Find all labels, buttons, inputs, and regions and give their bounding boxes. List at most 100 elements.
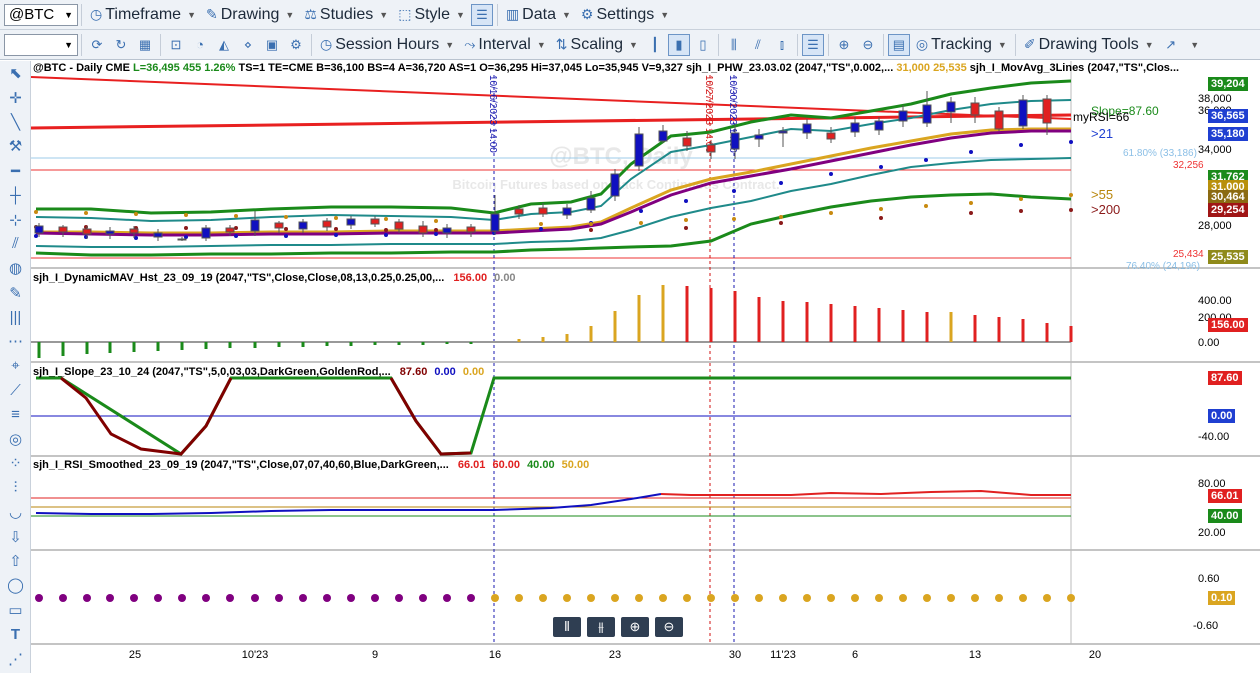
studies-label: Studies [319, 5, 374, 23]
channel-icon[interactable]: ⫽ [0, 232, 31, 256]
vline-label-oct16: 10/16/2023 14:00 [487, 75, 498, 153]
chevron-down-icon[interactable]: ▼ [1184, 34, 1206, 56]
expand-bars-icon[interactable]: ⫵ [587, 617, 615, 637]
tracking-menu[interactable]: ◎ Tracking ▼ [911, 33, 1012, 57]
slope-legend-value3: 0.00 [462, 366, 485, 378]
chevron-down-icon: ▼ [1144, 39, 1154, 50]
timer-icon[interactable]: ◔ [189, 34, 211, 56]
zoom-out-icon[interactable]: ⊖ [857, 34, 879, 56]
vertical-line-icon[interactable]: ┼ [0, 183, 31, 207]
mav-tag: 156.00 [1208, 318, 1248, 332]
fib-icon[interactable]: ⋯ [0, 329, 31, 353]
drawing-tools-menu[interactable]: ✐ Drawing Tools ▼ [1019, 33, 1159, 57]
dotted-line-icon[interactable]: ⋰ [0, 646, 31, 670]
dot-tag: 0.10 [1208, 591, 1236, 605]
ohlc-bar-icon[interactable]: ┃ [644, 34, 666, 56]
refresh-all-icon[interactable]: ↻ [110, 34, 132, 56]
zoom-window-icon[interactable]: ⊡ [165, 34, 187, 56]
image-icon[interactable]: ▣ [261, 34, 283, 56]
levels-icon[interactable]: ≡ [0, 402, 31, 426]
symbol-combo[interactable]: @BTC ▼ [4, 3, 78, 26]
studies-menu[interactable]: ⚖ Studies ▼ [299, 3, 393, 27]
rectangle-icon[interactable]: ▭ [0, 598, 31, 622]
timeframe-menu[interactable]: ◷ Timeframe ▼ [85, 3, 201, 27]
chevron-down-icon: ▼ [64, 9, 73, 20]
arrow-down-icon[interactable]: ⇩ [0, 524, 31, 548]
zoom-in-icon[interactable]: ⊕ [621, 617, 649, 637]
drawing-toolbar: ⬉ ✛ ╲ ⚒ ━ ┼ ⊹ ⫽ ◍ ✎ ||| ⋯ ⌖ ⟋ ≡ ◎ ⁘ ⫶ ◡ … [0, 61, 31, 673]
trend-icon[interactable]: ↗ [1160, 34, 1182, 56]
scaling-menu[interactable]: ⇅ Scaling ▼ [551, 33, 643, 57]
settings-label: Settings [596, 5, 655, 23]
price-axis-label: 38,000 [1198, 93, 1232, 105]
panes-icon[interactable]: ☰ [801, 33, 824, 56]
speed-line-icon[interactable]: ⫶ [0, 476, 31, 500]
style-menu[interactable]: ⬚ Style ▼ [393, 3, 470, 27]
bar-expand-icon[interactable]: ⫾ [771, 34, 793, 56]
vline-label-oct27: 10/27/2023 14:00 [703, 75, 714, 153]
circle-icon[interactable]: ◍ [0, 256, 31, 280]
workspace-combo[interactable]: ▼ [4, 33, 78, 56]
level-32256-label: 32,256 [1173, 160, 1204, 171]
fib-618-label: 61.80% (33,186) [1123, 148, 1197, 159]
crosshair-icon[interactable]: ✛ [0, 85, 31, 109]
toolbar-separator [81, 3, 82, 26]
symbol-value: @BTC [9, 6, 55, 23]
session-hours-menu[interactable]: ◷ Session Hours ▼ [315, 33, 459, 57]
ma200-annotation: >200 [1091, 202, 1120, 217]
ma55-annotation: >55 [1091, 187, 1113, 202]
shapes-icon[interactable]: ⋄ [237, 34, 259, 56]
data-label: Data [522, 5, 556, 23]
price-tag-upper-band: 39,204 [1208, 77, 1248, 91]
pencil-icon[interactable]: ✎ [0, 281, 31, 305]
level-25434-label: 25,434 [1173, 249, 1204, 260]
hollow-candle-icon[interactable]: ▯ [692, 34, 714, 56]
gann-icon[interactable]: ⌖ [0, 354, 31, 378]
horizontal-line-icon[interactable]: ━ [0, 159, 31, 183]
zoom-in-icon[interactable]: ⊕ [833, 34, 855, 56]
refresh-icon[interactable]: ⟳ [86, 34, 108, 56]
fib-764-label: 76.40% (24,196) [1126, 261, 1200, 272]
interval-icon: ⤳ [464, 36, 476, 52]
data-menu[interactable]: ▥ Data ▼ [501, 3, 576, 27]
spiral-icon[interactable]: ◎ [0, 427, 31, 451]
rsi-legend-text: sjh_I_RSI_Smoothed_23_09_19 (2047,"TS",C… [33, 459, 449, 471]
data-window-icon[interactable]: ▤ [887, 33, 910, 56]
legend-phw-value1: 31,000 [896, 62, 930, 74]
chart-icon[interactable]: ◭ [213, 34, 235, 56]
price-tag-ma-gold: 30,464 [1208, 190, 1248, 204]
cross-icon[interactable]: ⊹ [0, 207, 31, 231]
mav-axis-label: 0.00 [1198, 337, 1219, 349]
mav-legend: sjh_I_DynamicMAV_Hst_23_09_19 (2047,"TS"… [33, 272, 516, 284]
compress-bars-icon[interactable]: ⫴ [553, 617, 581, 637]
settings-menu[interactable]: ⚙ Settings ▼ [576, 3, 674, 27]
arc-icon[interactable]: ◡ [0, 500, 31, 524]
dot-axis-label: 0.60 [1198, 573, 1219, 585]
pointer-icon[interactable]: ⬉ [0, 61, 31, 85]
slope-legend-text: sjh_I_Slope_23_10_24 (2047,"TS",5,0,03,0… [33, 366, 391, 378]
mav-axis-label: 400.00 [1198, 295, 1232, 307]
fan-icon[interactable]: ⟋ [0, 378, 31, 402]
gear-icon[interactable]: ⚙ [285, 34, 307, 56]
tracking-icon: ◎ [915, 36, 929, 52]
trendline-icon[interactable]: ╲ [0, 110, 31, 134]
interval-menu[interactable]: ⤳ Interval ▼ [459, 33, 551, 57]
zoom-out-icon[interactable]: ⊖ [655, 617, 683, 637]
ellipse-icon[interactable]: ◯ [0, 573, 31, 597]
toolbar-separator [827, 33, 829, 56]
arrow-up-icon[interactable]: ⇧ [0, 549, 31, 573]
bar-compress-icon[interactable]: ⫽ [747, 34, 769, 56]
wrench-icon[interactable]: ⚒ [0, 134, 31, 158]
scatter-icon[interactable]: ⁘ [0, 451, 31, 475]
mav-legend-value: 156.00 [453, 272, 488, 284]
layout-icon[interactable]: ☰ [470, 3, 493, 26]
gear-icon: ⚙ [580, 6, 594, 22]
bar-spacing-icon[interactable]: ⫼ [723, 34, 745, 56]
legend-last: L=36,495 [132, 62, 180, 74]
drawing-menu[interactable]: ✎ Drawing ▼ [201, 3, 299, 27]
slope-tag: 87.60 [1208, 371, 1242, 385]
candle-icon[interactable]: ▮ [667, 33, 690, 56]
text-icon[interactable]: T [0, 622, 31, 646]
bars-icon[interactable]: ||| [0, 305, 31, 329]
grid-icon[interactable]: ▦ [134, 34, 156, 56]
